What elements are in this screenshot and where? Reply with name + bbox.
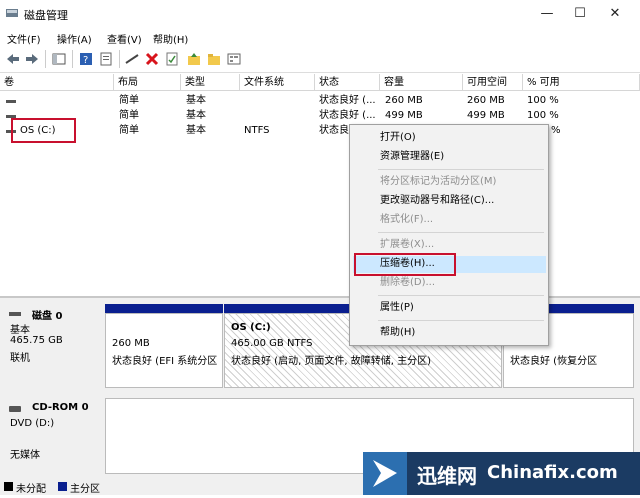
title-bar: 磁盘管理 — ☐ ✕ xyxy=(0,0,640,28)
view-icon[interactable] xyxy=(226,51,242,67)
disk0-name: 磁盘 0 xyxy=(32,311,63,322)
column-header-free-space[interactable]: 可用空间 xyxy=(463,74,523,91)
column-header-capacity[interactable]: 容量 xyxy=(380,74,463,91)
disk0-type: 基本 xyxy=(10,325,30,336)
cell-percent-free: 100 % xyxy=(527,110,559,121)
watermark: 迅维网 Chinafix.com xyxy=(363,452,640,495)
drive-icon xyxy=(6,100,16,103)
toolbar-separator xyxy=(119,50,120,68)
menu-action[interactable]: 操作(A) xyxy=(57,31,92,46)
menu-item-help[interactable]: 帮助(H) xyxy=(380,325,415,341)
disk0-size: 465.75 GB xyxy=(10,335,63,346)
minimize-button[interactable]: — xyxy=(532,4,562,24)
console-tree-icon[interactable] xyxy=(51,51,67,67)
cdrom0-media: 无媒体 xyxy=(10,450,40,461)
svg-text:?: ? xyxy=(83,55,88,66)
toolbar: ? xyxy=(0,46,640,73)
menu-item-delete-volume[interactable]: 删除卷(D)... xyxy=(380,275,435,291)
cell-type: 基本 xyxy=(186,110,206,121)
properties-icon[interactable] xyxy=(98,51,114,67)
cell-free-space: 499 MB xyxy=(467,110,505,121)
cell-filesystem: NTFS xyxy=(244,125,270,136)
cdrom0-label[interactable]: CD-ROM 0 DVD (D:) 无媒体 xyxy=(6,398,102,472)
up-folder-icon[interactable] xyxy=(186,51,202,67)
menu-bar: 文件(F) 操作(A) 查看(V) 帮助(H) xyxy=(0,28,640,46)
cdrom-icon xyxy=(9,406,21,412)
disk-management-app-icon xyxy=(6,9,18,17)
column-header-type[interactable]: 类型 xyxy=(181,74,240,91)
partition-size: 260 MB xyxy=(112,338,150,349)
chinafix-logo xyxy=(363,452,407,495)
highlight-box-os-volume xyxy=(11,118,76,143)
partition-efi[interactable]: 260 MB 状态良好 (EFI 系统分区 xyxy=(105,313,223,388)
menu-item-explorer[interactable]: 资源管理器(E) xyxy=(380,149,444,165)
folder-icon[interactable] xyxy=(206,51,222,67)
window-title: 磁盘管理 xyxy=(24,9,68,22)
cdrom0-type: DVD (D:) xyxy=(10,418,55,429)
maximize-button[interactable]: ☐ xyxy=(565,4,595,24)
partition-header xyxy=(105,304,223,313)
cell-layout: 简单 xyxy=(119,110,139,121)
help-icon[interactable]: ? xyxy=(78,51,94,67)
cell-layout: 简单 xyxy=(119,95,139,106)
cdrom0-name: CD-ROM 0 xyxy=(32,402,89,413)
menu-file[interactable]: 文件(F) xyxy=(7,31,41,46)
watermark-brand-cn: 迅维网 xyxy=(417,464,477,488)
cell-percent-free: % xyxy=(551,125,561,136)
cell-free-space: 260 MB xyxy=(467,95,505,106)
menu-item-mark-active[interactable]: 将分区标记为活动分区(M) xyxy=(380,174,496,190)
cell-percent-free: 100 % xyxy=(527,95,559,106)
column-header-volume[interactable]: 卷 xyxy=(0,74,114,91)
watermark-brand-en: Chinafix.com xyxy=(487,462,618,483)
menu-view[interactable]: 查看(V) xyxy=(107,31,142,46)
partition-status: 状态良好 (启动, 页面文件, 故障转储, 主分区) xyxy=(231,356,432,367)
cell-status: 状态良 xyxy=(319,125,349,136)
primary-partition-swatch xyxy=(58,482,67,491)
cell-type: 基本 xyxy=(186,95,206,106)
column-header-layout[interactable]: 布局 xyxy=(114,74,181,91)
toolbar-separator xyxy=(72,50,73,68)
unallocated-swatch xyxy=(4,482,13,491)
cell-status: 状态良好 (... xyxy=(319,95,376,106)
partition-title: OS (C:) xyxy=(231,322,271,333)
menu-help[interactable]: 帮助(H) xyxy=(153,31,188,46)
disk0-label[interactable]: 磁盘 0 基本 465.75 GB 联机 xyxy=(6,304,102,388)
connect-icon[interactable] xyxy=(124,51,140,67)
partition-status: 状态良好 (EFI 系统分区 xyxy=(112,356,218,367)
disk0-state: 联机 xyxy=(10,353,30,364)
partition-size: 465.00 GB NTFS xyxy=(231,338,313,349)
partition-status: 状态良好 (恢复分区 xyxy=(510,356,598,367)
toolbar-separator xyxy=(45,50,46,68)
menu-item-open[interactable]: 打开(O) xyxy=(380,130,416,146)
cell-status: 状态良好 (... xyxy=(319,110,376,121)
cell-type: 基本 xyxy=(186,125,206,136)
column-header-filesystem[interactable]: 文件系统 xyxy=(240,74,315,91)
menu-separator xyxy=(378,169,544,170)
context-menu: 打开(O) 资源管理器(E) 将分区标记为活动分区(M) 更改驱动器号和路径(C… xyxy=(349,124,549,346)
menu-separator xyxy=(378,232,544,233)
forward-arrow-icon[interactable] xyxy=(24,51,40,67)
menu-separator xyxy=(378,320,544,321)
column-header-percent-free[interactable]: % 可用 xyxy=(523,74,640,91)
cell-capacity: 499 MB xyxy=(385,110,423,121)
menu-separator xyxy=(378,295,544,296)
cell-layout: 简单 xyxy=(119,125,139,136)
menu-item-extend-volume[interactable]: 扩展卷(X)... xyxy=(380,237,434,253)
menu-item-change-drive-letter[interactable]: 更改驱动器号和路径(C)... xyxy=(380,193,494,209)
cell-capacity: 260 MB xyxy=(385,95,423,106)
check-icon[interactable] xyxy=(164,51,180,67)
highlight-box-shrink xyxy=(354,253,456,276)
column-header-status[interactable]: 状态 xyxy=(315,74,380,91)
delete-icon[interactable] xyxy=(144,51,160,67)
close-button[interactable]: ✕ xyxy=(600,4,630,24)
disk-icon xyxy=(9,312,21,316)
legend-primary: 主分区 xyxy=(70,484,100,495)
back-arrow-icon[interactable] xyxy=(5,51,21,67)
menu-item-format[interactable]: 格式化(F)... xyxy=(380,212,433,228)
menu-item-properties[interactable]: 属性(P) xyxy=(380,300,414,316)
legend-unallocated: 未分配 xyxy=(16,484,46,495)
